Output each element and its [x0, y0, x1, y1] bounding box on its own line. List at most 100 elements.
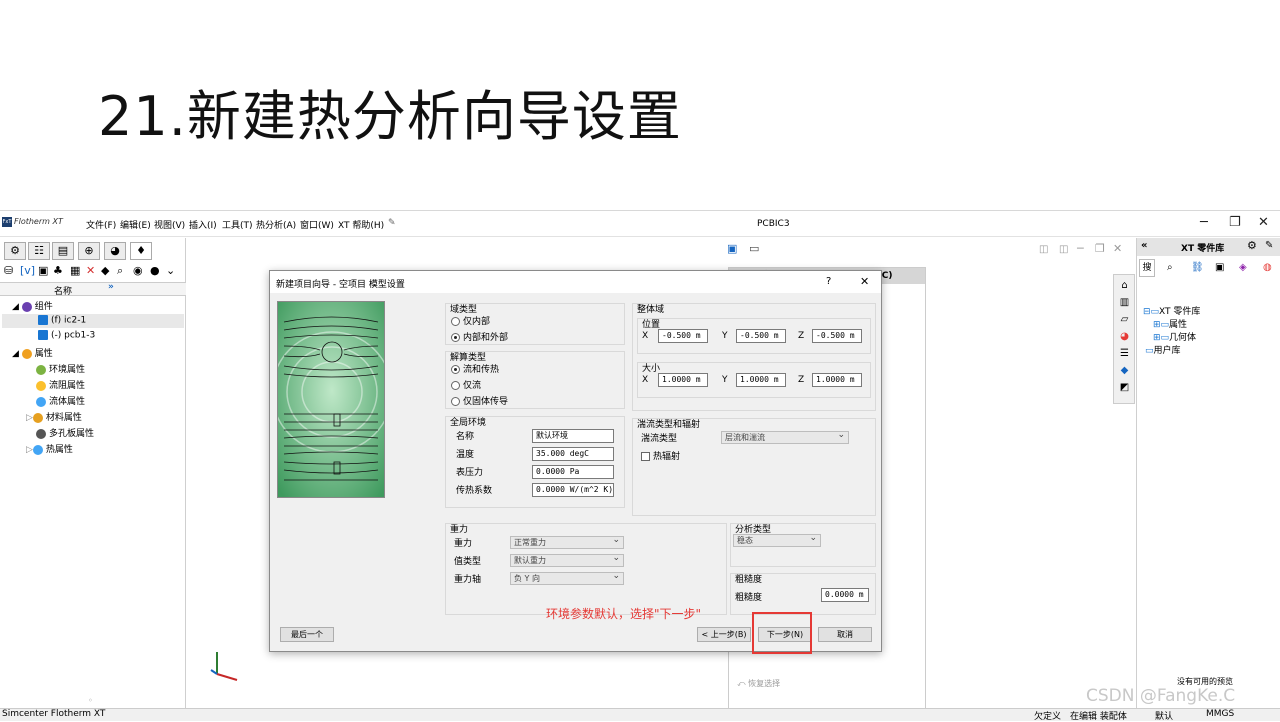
menu-view[interactable]: 视图(V) [154, 218, 185, 231]
tree-item-pcb1[interactable]: (-) pcb1-3 [38, 330, 95, 341]
value-type-select[interactable]: 默认重力 [510, 553, 624, 567]
turbulence-type-select[interactable]: 层流和湍流 [721, 430, 849, 444]
toolbar-icon[interactable]: ◉ [133, 264, 143, 277]
parts-icon[interactable]: ▥ [1117, 296, 1132, 309]
tab-feature-tree[interactable]: ⚙ [4, 242, 26, 260]
menu-edit[interactable]: 编辑(E) [120, 218, 151, 231]
tab-property[interactable]: ☷ [28, 242, 50, 260]
tab-config[interactable]: ▤ [52, 242, 74, 260]
home-icon[interactable]: ⌂ [1117, 279, 1132, 292]
radio-internal-only[interactable]: 仅内部 [451, 314, 490, 327]
toolbar-icon[interactable]: ▣ [38, 264, 48, 277]
menu-file[interactable]: 文件(F) [86, 218, 116, 231]
expand-icon[interactable]: » [108, 282, 114, 292]
view-options-icon[interactable]: ▣ [727, 242, 737, 255]
menu-tools[interactable]: 工具(T) [222, 218, 253, 231]
menu-window[interactable]: 窗口(W) [300, 218, 334, 231]
status-units[interactable]: MMGS [1206, 709, 1234, 719]
radio-internal-external[interactable]: 内部和外部 [451, 330, 508, 343]
maximize-icon[interactable]: ❐ [1229, 215, 1241, 230]
display-icon[interactable]: ▭ [749, 242, 759, 255]
gear-icon[interactable]: ⚙ [1247, 239, 1257, 252]
toolbar-icon[interactable]: ◆ [101, 264, 109, 277]
close-window-icon[interactable]: ✕ [1258, 215, 1269, 230]
size-z-field[interactable]: 1.0000 m [812, 373, 862, 387]
tab-appearance[interactable]: ◕ [104, 242, 126, 260]
viewport-icon[interactable]: ◫ [1059, 244, 1068, 255]
pos-z-field[interactable]: -0.500 m [812, 329, 862, 343]
dialog-close-button[interactable]: ✕ [860, 275, 869, 288]
feature-manager-panel: ⚙ ☷ ▤ ⊕ ◕ ♦ ⛁ [v] ▣ ♣ ▦ ✕ ◆ ⌕ ◉ ● ⌄ 名称 »… [0, 238, 186, 708]
radiation-checkbox[interactable]: 热辐射 [641, 449, 680, 462]
radio-solid-conduction[interactable]: 仅固体传导 [451, 394, 508, 407]
toolbar-icon[interactable]: ♣ [53, 264, 63, 277]
radio-flow-heat[interactable]: 流和传热 [451, 362, 499, 375]
prev-button[interactable]: < 上一步(B) [697, 627, 751, 642]
roughness-field[interactable]: 0.0000 m [821, 588, 869, 602]
env-htc-field[interactable]: 0.0000 W/(m^2 K) [532, 483, 614, 497]
list-icon[interactable]: ☰ [1117, 347, 1132, 360]
minimize-doc-icon[interactable]: ─ [1077, 242, 1084, 255]
chevron-down-icon[interactable]: ⌄ [166, 264, 175, 277]
tree-item-thermal-attr[interactable]: ▷ 热属性 [26, 442, 73, 455]
globe-icon[interactable]: ◍ [1263, 262, 1272, 273]
tab-target[interactable]: ⊕ [78, 242, 100, 260]
minimize-icon[interactable]: ─ [1200, 215, 1208, 230]
toolbar-icon[interactable]: ⌕ [117, 264, 123, 278]
tree-item-components[interactable]: ◢ 组件 [12, 299, 53, 312]
analysis-type-select[interactable]: 稳态 [733, 533, 821, 547]
tree-item-attributes[interactable]: ◢ 属性 [12, 346, 53, 359]
link-icon[interactable]: ⛓ [1191, 262, 1204, 273]
size-x-field[interactable]: 1.0000 m [658, 373, 708, 387]
folder-icon[interactable]: ▱ [1117, 313, 1132, 326]
tab-flotherm[interactable]: ♦ [130, 242, 152, 260]
delete-icon[interactable]: ✕ [86, 264, 95, 277]
tree-item-material-attr[interactable]: ▷ 材料属性 [26, 410, 82, 423]
size-y-field[interactable]: 1.0000 m [736, 373, 786, 387]
menu-insert[interactable]: 插入(I) [189, 218, 217, 231]
tree-item-porous-attr[interactable]: 多孔板属性 [36, 426, 94, 439]
search-icon[interactable]: ⌕ [1167, 262, 1173, 273]
custom-icon[interactable]: ◩ [1117, 381, 1132, 394]
cancel-button[interactable]: 取消 [818, 627, 872, 642]
box-icon[interactable]: ▣ [1215, 262, 1224, 273]
close-doc-icon[interactable]: ✕ [1113, 242, 1122, 255]
menu-thermal[interactable]: 热分析(A) [256, 218, 296, 231]
help-button[interactable]: ? [826, 276, 831, 287]
size-y-label: Y [722, 375, 728, 385]
tree-item-env-attr[interactable]: 环境属性 [36, 362, 85, 375]
env-name-field[interactable]: 默认环境 [532, 429, 614, 443]
toolbar-icon[interactable]: ▦ [70, 264, 80, 277]
scroll-dot-icon[interactable]: ◦ [88, 696, 93, 705]
last-button[interactable]: 最后一个 [280, 627, 334, 642]
pos-x-field[interactable]: -0.500 m [658, 329, 708, 343]
radio-flow-only[interactable]: 仅流 [451, 378, 481, 391]
gravity-axis-select[interactable]: 负 Y 向 [510, 571, 624, 585]
roughness-label: 粗糙度 [735, 593, 763, 603]
library-user[interactable]: ▭用户库 [1145, 343, 1181, 356]
pin-icon[interactable]: ✎ [1265, 240, 1273, 251]
collapse-panel-icon[interactable]: « [1141, 240, 1147, 251]
tree-item-resistance-attr[interactable]: 流阻属性 [36, 378, 85, 391]
appearance-icon[interactable]: ◕ [1117, 330, 1132, 343]
pin-icon[interactable]: ✎ [388, 218, 396, 228]
tree-item-ic2[interactable]: (f) ic2-1 [2, 314, 184, 328]
search-tab[interactable]: 搜 [1139, 259, 1155, 277]
chip-icon[interactable]: ◈ [1239, 262, 1247, 273]
toolbar-icon[interactable]: [v] [20, 264, 35, 277]
restore-doc-icon[interactable]: ❐ [1095, 242, 1105, 255]
gravity-select[interactable]: 正常重力 [510, 535, 624, 549]
toolbar-icon[interactable]: ● [150, 264, 160, 277]
menu-help[interactable]: XT 帮助(H) [338, 218, 384, 231]
tree-item-fluid-attr[interactable]: 流体属性 [36, 394, 85, 407]
toolbar-icon[interactable]: ⛁ [4, 264, 13, 277]
pos-y-field[interactable]: -0.500 m [736, 329, 786, 343]
library-attributes[interactable]: ⊞▭属性 [1153, 317, 1187, 330]
env-pressure-field[interactable]: 0.0000 Pa [532, 465, 614, 479]
library-root[interactable]: ⊟▭XT 零件库 [1143, 304, 1200, 317]
viewport-icon[interactable]: ◫ [1039, 244, 1048, 255]
env-temperature-field[interactable]: 35.000 degC [532, 447, 614, 461]
restore-selection[interactable]: ⤺ 恢复选择 [737, 678, 780, 689]
library-icon[interactable]: ◆ [1117, 364, 1132, 377]
library-geometry[interactable]: ⊞▭几何体 [1153, 330, 1196, 343]
